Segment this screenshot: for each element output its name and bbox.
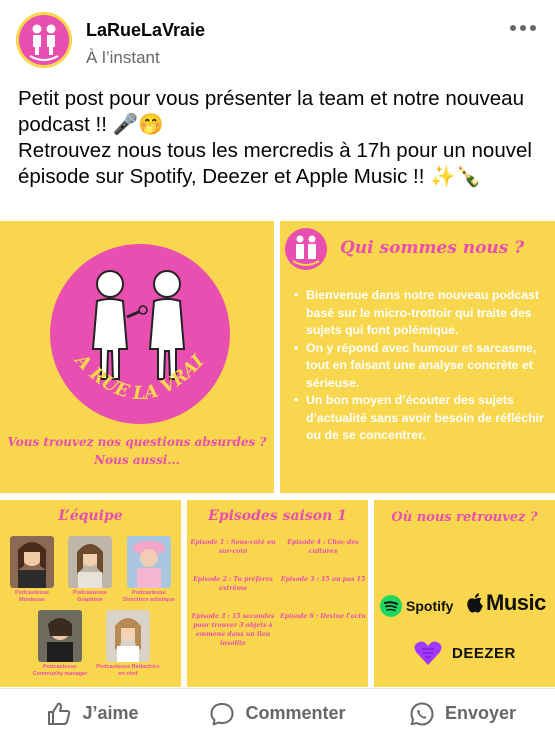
post-header: LaRueLaVraie À l’instant: [0, 0, 555, 82]
about-bullet: On y répond avec humour et sarcasme, tou…: [292, 340, 552, 393]
member-caption: Podcasteuse Graphiste: [73, 590, 107, 603]
episodes-panel[interactable]: Episodes saison 1 Episode 1 : Sous-coté …: [187, 500, 368, 687]
team-panel[interactable]: L’équipe Podcasteuse Monteuse Podcasteus…: [0, 500, 181, 687]
apple-icon: [467, 593, 483, 613]
member-caption: Podcasteuse Directrice artistique: [123, 590, 175, 603]
episode-item: Episode 3 : 15 secondes pour trouver 3 o…: [191, 613, 275, 647]
more-dots-icon[interactable]: [507, 16, 539, 40]
thumbs-up-icon: [48, 702, 71, 725]
whatsapp-icon: [410, 702, 434, 725]
member-caption: Podcasteuse Community manager: [32, 664, 88, 677]
member-photo: [106, 610, 150, 662]
member-caption: Podcasteuse Rédactrice en chef: [96, 664, 160, 677]
episodes-title: Episodes saison 1: [208, 508, 347, 524]
post-timestamp[interactable]: À l’instant: [86, 48, 160, 68]
comment-bubble-icon: [210, 702, 234, 725]
about-panel[interactable]: Qui sommes nous ? Bienvenue dans notre n…: [280, 221, 555, 493]
comment-button[interactable]: Commenter: [185, 689, 370, 738]
member-photo: [127, 536, 171, 588]
member-caption: Podcasteuse Monteuse: [15, 590, 49, 603]
team-member: Podcasteuse Community manager: [30, 610, 90, 678]
deezer-logo: DEEZER: [414, 640, 516, 666]
larue-logo-icon[interactable]: [16, 12, 72, 68]
larue-small-logo-icon: [285, 228, 327, 270]
larue-big-logo-icon: LA RUE LA VRAIE: [45, 239, 230, 424]
post-text: Petit post pour vous présenter la team e…: [18, 86, 543, 190]
deezer-label: DEEZER: [452, 644, 516, 662]
member-photo: [38, 610, 82, 662]
episode-item: Episode 4 : Choc des cultures: [287, 539, 359, 555]
team-title: L’équipe: [58, 508, 123, 524]
about-bullet: Bienvenue dans notre nouveau podcast bas…: [292, 287, 552, 340]
spotify-logo: Spotify: [380, 595, 453, 617]
post-line-1: Petit post pour vous présenter la team e…: [18, 87, 524, 136]
about-bullet: Un bon moyen d’écouter des sujets d’actu…: [292, 392, 552, 445]
episode-item: Episode 1 : Sous-coté ou sur-coté: [190, 539, 276, 555]
spotify-icon: [380, 595, 402, 617]
platforms-panel[interactable]: Où nous retrouvez ? Spotify Music DEEZER: [374, 500, 555, 687]
like-label: J’aime: [82, 703, 139, 723]
about-title: Qui sommes nous ?: [340, 238, 525, 258]
intro-panel[interactable]: LA RUE LA VRAIE Vous trouvez nos questio…: [0, 221, 274, 493]
about-list: Bienvenue dans notre nouveau podcast bas…: [292, 287, 552, 445]
member-photo: [68, 536, 112, 588]
episode-item: Episode 2 : Tu préfères extrême: [193, 576, 273, 592]
intro-tagline-1: Vous trouvez nos questions absurdes ?: [7, 435, 267, 449]
image-grid[interactable]: LA RUE LA VRAIE Vous trouvez nos questio…: [0, 221, 555, 687]
apple-music-logo: Music: [466, 590, 546, 616]
intro-tagline: Vous trouvez nos questions absurdes ? No…: [0, 433, 274, 469]
team-member: Podcasteuse Rédactrice en chef: [96, 610, 160, 678]
share-label: Envoyer: [444, 703, 517, 723]
post-line-2: Retrouvez nous tous les mercredis à 17h …: [18, 139, 532, 188]
deezer-heart-icon: [414, 641, 442, 665]
platforms-title: Où nous retrouvez ?: [391, 510, 538, 525]
like-button[interactable]: J’aime: [0, 689, 185, 738]
spotify-label: Spotify: [406, 598, 454, 614]
team-member: Podcasteuse Directrice artistique: [120, 536, 178, 604]
team-member: Podcasteuse Graphiste: [62, 536, 118, 604]
post-action-bar: J’aime Commenter Envoyer: [0, 688, 555, 738]
team-member: Podcasteuse Monteuse: [4, 536, 60, 604]
episode-item: Episode 3 : 15 ou pas 15: [280, 576, 366, 583]
share-button[interactable]: Envoyer: [370, 689, 555, 738]
comment-label: Commenter: [245, 703, 346, 723]
episode-item: Episode 6 : Devine l’actu: [280, 613, 366, 620]
member-photo: [10, 536, 54, 588]
apple-music-label: Music: [486, 590, 546, 615]
page-name[interactable]: LaRueLaVraie: [86, 20, 205, 41]
intro-tagline-2: Nous aussi...: [94, 453, 180, 467]
